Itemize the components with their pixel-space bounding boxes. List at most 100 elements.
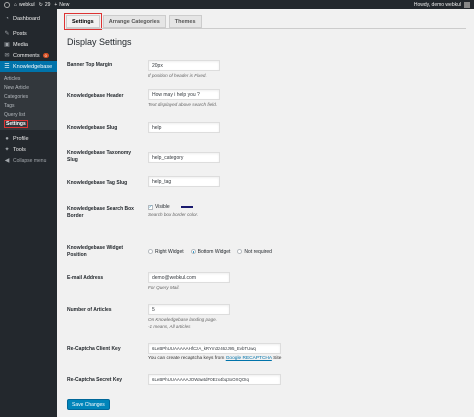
- tab-label: Themes: [174, 18, 196, 25]
- field-description: Search box border color.: [148, 212, 199, 217]
- search-border-checkbox[interactable]: ✓: [148, 204, 153, 210]
- sidebar-item-label: Media: [13, 41, 28, 48]
- radio-button[interactable]: [148, 249, 153, 255]
- wordpress-icon: [4, 1, 10, 8]
- submenu-item-categories[interactable]: Categories: [0, 92, 57, 101]
- submenu-label: Articles: [4, 75, 21, 82]
- radio-label: Right Widget: [155, 249, 184, 255]
- comment-icon: ✉: [4, 53, 10, 59]
- tab-divider: [66, 28, 466, 29]
- kb-taxonomy-slug-input[interactable]: help_category: [148, 152, 220, 163]
- field-label: Re-Captcha Client Key: [67, 346, 121, 352]
- submenu-item-settings[interactable]: Settings: [0, 119, 57, 128]
- collapse-icon: ◀: [4, 158, 10, 164]
- submenu-item-tags[interactable]: Tags: [0, 101, 57, 110]
- banner-top-margin-input[interactable]: 20px: [148, 60, 220, 71]
- save-changes-button[interactable]: Save Changes: [67, 399, 110, 410]
- avatar: [464, 1, 470, 8]
- tab-label: Arrange Categories: [108, 18, 160, 25]
- tab-themes[interactable]: Themes: [168, 15, 202, 28]
- radio-bottom-widget[interactable]: Bottom Widget: [190, 249, 231, 255]
- submenu-label: Settings: [4, 119, 28, 128]
- site-name: webkul: [19, 1, 35, 8]
- updates-count: 29: [44, 1, 51, 8]
- sidebar-item-knowledgebase[interactable]: ☰ Knowledgebase: [0, 61, 57, 72]
- site-name-link[interactable]: ⌂ webkul: [14, 2, 35, 8]
- home-icon: ⌂: [14, 1, 18, 8]
- howdy-text: Howdy, demo webkul: [413, 1, 461, 8]
- radio-label: Not required: [244, 249, 272, 255]
- radio-not-required[interactable]: Not required: [237, 249, 272, 255]
- admin-bar: ⌂ webkul ↻ 29 + New Howdy, demo webkul: [0, 0, 474, 9]
- updates-link[interactable]: ↻ 29: [39, 2, 51, 8]
- radio-button[interactable]: [237, 249, 243, 255]
- my-account-menu[interactable]: Howdy, demo webkul: [413, 1, 470, 8]
- field-description: -1 means, All articles: [148, 323, 191, 329]
- sidebar-item-label: Dashboard: [13, 15, 40, 22]
- desc-text: You can create recaptcha keys from: [148, 356, 225, 361]
- kb-tag-slug-input[interactable]: help_tag: [148, 176, 220, 187]
- field-label: Knowledgebase Tag Slug: [67, 180, 128, 186]
- field-label: Banner Top Margin: [67, 62, 113, 68]
- sidebar-item-profile[interactable]: ● Profile: [0, 133, 57, 144]
- page-title: Display Settings: [67, 37, 132, 47]
- num-articles-input[interactable]: 5: [148, 304, 230, 315]
- submenu-item-articles[interactable]: Articles: [0, 74, 57, 83]
- field-label: Knowledgebase Header: [67, 93, 124, 99]
- wp-logo-menu[interactable]: [4, 1, 10, 8]
- field-description: If position of header is Fixed.: [148, 73, 207, 78]
- sidebar-item-dashboard[interactable]: ◔ Dashboard: [0, 13, 57, 24]
- media-icon: ▣: [4, 42, 10, 48]
- radio-button[interactable]: [190, 249, 196, 255]
- email-input[interactable]: demo@webkul.com: [148, 272, 230, 283]
- field-description: You can create recaptcha keys from Googl…: [148, 356, 281, 361]
- submenu-label: Query list: [4, 111, 26, 118]
- sidebar-item-label: Tools: [13, 146, 26, 153]
- plus-icon: +: [54, 1, 58, 8]
- radio-label: Bottom Widget: [197, 249, 231, 255]
- recaptcha-client-key-input[interactable]: 6LeBPhUUAAAAAHfCzA_kRYm3z46zJ95_EvbTUwq: [148, 343, 281, 354]
- radio-right-widget[interactable]: Right Widget: [148, 249, 184, 255]
- submenu-item-new-article[interactable]: New Article: [0, 83, 57, 92]
- tab-arrange-categories[interactable]: Arrange Categories: [102, 15, 166, 28]
- pin-icon: ✎: [4, 31, 10, 37]
- submenu-label: New Article: [4, 84, 30, 91]
- updates-icon: ↻: [38, 1, 43, 8]
- new-label: New: [59, 1, 70, 8]
- field-label: E-mail Address: [67, 275, 104, 281]
- field-label: Knowledgebase Taxonomy Slug: [67, 150, 132, 163]
- field-description: For Query Mail.: [148, 285, 180, 290]
- field-label: Knowledgebase Widget Position: [67, 245, 124, 258]
- collapse-menu-button[interactable]: ◀ Collapse menu: [0, 155, 57, 166]
- sidebar-item-posts[interactable]: ✎ Posts: [0, 28, 57, 39]
- submenu-item-query-list[interactable]: Query list: [0, 110, 57, 119]
- field-label: Knowledgebase Search Box Border: [67, 206, 134, 219]
- widget-position-radio-group: Right Widget Bottom Widget Not required: [148, 249, 272, 255]
- border-color-swatch[interactable]: [180, 206, 193, 208]
- sidebar-item-tools[interactable]: ✦ Tools: [0, 144, 57, 155]
- field-label: Number of Articles: [67, 307, 112, 313]
- field-label: Re-Captcha Secret Key: [67, 377, 123, 383]
- google-recaptcha-link[interactable]: Google RECAPTCHA: [226, 356, 272, 361]
- collapse-label: Collapse menu: [13, 157, 47, 164]
- recaptcha-secret-key-input[interactable]: 6LeBPhUUAAAAAJOWawtdF0Ezx4bq3oOXQOIq: [148, 374, 281, 385]
- checkbox-label: Visible: [155, 204, 170, 210]
- wrench-icon: ✦: [4, 147, 10, 153]
- main-content: Settings Arrange Categories Themes Displ…: [57, 9, 474, 417]
- sidebar-item-media[interactable]: ▣ Media: [0, 39, 57, 50]
- sidebar-item-label: Comments: [13, 52, 40, 59]
- tab-settings[interactable]: Settings: [64, 13, 102, 30]
- kb-slug-input[interactable]: help: [148, 122, 220, 133]
- desc-text: Site: [273, 356, 282, 361]
- settings-tabs: Settings Arrange Categories Themes: [64, 13, 202, 30]
- admin-sidebar: ◔ Dashboard ✎ Posts ▣ Media ✉ Comments 0 ☰ Kno…: [0, 9, 57, 417]
- comments-badge: 0: [42, 53, 49, 58]
- kb-header-input[interactable]: How may i help you ?: [148, 89, 220, 100]
- sidebar-item-comments[interactable]: ✉ Comments 0: [0, 50, 57, 61]
- sidebar-item-label: Posts: [13, 30, 27, 37]
- submenu-label: Tags: [4, 102, 15, 109]
- new-content-link[interactable]: + New: [54, 2, 69, 8]
- user-icon: ●: [5, 135, 9, 142]
- field-label: Knowledgebase Slug: [67, 125, 118, 131]
- tab-label: Settings: [72, 18, 94, 25]
